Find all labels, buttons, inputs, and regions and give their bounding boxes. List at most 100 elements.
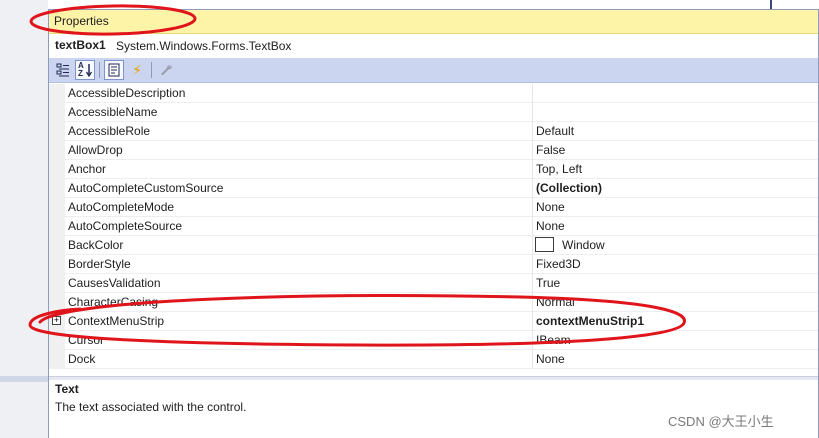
row-gutter [49, 255, 65, 274]
column-divider [532, 141, 533, 160]
description-title: Text [55, 382, 79, 396]
property-name: CausesValidation [68, 276, 161, 290]
column-divider [532, 160, 533, 179]
events-button[interactable]: ⚡ [127, 60, 147, 80]
property-row[interactable]: AccessibleName [49, 103, 818, 122]
property-value[interactable]: False [536, 143, 565, 157]
row-gutter [49, 293, 65, 312]
property-name: Dock [68, 352, 96, 366]
object-selector[interactable]: textBox1 System.Windows.Forms.TextBox [49, 35, 818, 57]
column-divider [532, 293, 533, 312]
properties-title: Properties [54, 14, 109, 28]
properties-toolbar: AZ ⚡ [49, 58, 818, 83]
object-name: textBox1 [55, 38, 106, 52]
properties-window: Properties textBox1 System.Windows.Forms… [48, 9, 819, 438]
row-gutter [49, 217, 65, 236]
column-divider [532, 103, 533, 122]
property-name: AccessibleRole [68, 124, 151, 138]
row-gutter [49, 103, 65, 122]
editor-divider [770, 0, 772, 9]
property-name: AutoCompleteMode [68, 200, 175, 214]
editor-background-left [0, 0, 48, 438]
row-gutter [49, 331, 65, 350]
column-divider [532, 236, 533, 255]
column-divider [532, 331, 533, 350]
property-row[interactable]: CharacterCasing Normal [49, 293, 818, 312]
column-divider [532, 274, 533, 293]
column-divider [532, 122, 533, 141]
property-row[interactable]: AutoCompleteCustomSource (Collection) [49, 179, 818, 198]
properties-button[interactable] [104, 60, 124, 80]
editor-background-top [48, 0, 819, 9]
property-value[interactable]: Top, Left [536, 162, 582, 176]
row-gutter [49, 84, 65, 103]
toolbar-separator [99, 62, 100, 78]
row-gutter [49, 122, 65, 141]
property-name: Anchor [68, 162, 107, 176]
property-row[interactable]: AllowDrop False [49, 141, 818, 160]
expand-icon[interactable]: + [52, 316, 61, 325]
property-row-selected[interactable]: + ContextMenuStrip contextMenuStrip1 [49, 312, 818, 331]
property-row[interactable]: Cursor IBeam [49, 331, 818, 350]
categorized-icon [56, 63, 69, 77]
column-divider [532, 312, 533, 331]
property-name: AutoCompleteSource [68, 219, 183, 233]
property-row[interactable]: AccessibleRole Default [49, 122, 818, 141]
column-divider [532, 255, 533, 274]
property-value[interactable]: Fixed3D [536, 257, 581, 271]
property-row[interactable]: CausesValidation True [49, 274, 818, 293]
property-row[interactable]: AutoCompleteMode None [49, 198, 818, 217]
property-value[interactable]: True [536, 276, 560, 290]
column-divider [532, 84, 533, 103]
property-value[interactable]: contextMenuStrip1 [536, 314, 644, 328]
wrench-icon [161, 64, 172, 76]
property-value[interactable]: None [536, 200, 565, 214]
property-row[interactable]: Dock None [49, 350, 818, 369]
property-row[interactable]: BorderStyle Fixed3D [49, 255, 818, 274]
properties-page-icon [108, 63, 120, 77]
row-gutter [49, 198, 65, 217]
row-gutter [49, 179, 65, 198]
editor-scroll-strip [0, 376, 48, 382]
property-pages-button[interactable] [156, 60, 176, 80]
property-row[interactable]: Anchor Top, Left [49, 160, 818, 179]
property-value[interactable]: Window [562, 238, 605, 252]
row-gutter [49, 350, 65, 369]
property-grid: AccessibleDescription AccessibleName Acc… [49, 84, 818, 374]
property-name: ContextMenuStrip [68, 314, 165, 328]
az-glyph: AZ [78, 61, 84, 78]
color-swatch [535, 237, 554, 252]
row-gutter [49, 160, 65, 179]
properties-titlebar[interactable]: Properties [49, 10, 818, 34]
property-name: AccessibleDescription [68, 86, 186, 100]
property-name: CharacterCasing [68, 295, 159, 309]
property-value[interactable]: None [536, 219, 565, 233]
property-value[interactable]: None [536, 352, 565, 366]
property-value[interactable]: Default [536, 124, 574, 138]
row-gutter [49, 274, 65, 293]
property-row[interactable]: BackColor Window [49, 236, 818, 255]
column-divider [532, 350, 533, 369]
column-divider [532, 217, 533, 236]
object-type: System.Windows.Forms.TextBox [116, 39, 292, 53]
property-row[interactable]: AutoCompleteSource None [49, 217, 818, 236]
toolbar-separator [151, 62, 152, 78]
watermark: CSDN @大王小生 [668, 414, 774, 429]
property-value[interactable]: Normal [536, 295, 575, 309]
column-divider [532, 198, 533, 217]
categorized-button[interactable] [53, 60, 73, 80]
row-gutter [49, 236, 65, 255]
property-row[interactable]: AccessibleDescription [49, 84, 818, 103]
property-name: AccessibleName [68, 105, 158, 119]
description-text: The text associated with the control. [55, 400, 247, 414]
property-name: AllowDrop [68, 143, 123, 157]
row-gutter [49, 141, 65, 160]
property-value[interactable]: IBeam [536, 333, 571, 347]
alphabetical-button[interactable]: AZ [75, 60, 95, 80]
property-value[interactable]: (Collection) [536, 181, 602, 195]
column-divider [532, 179, 533, 198]
property-name: AutoCompleteCustomSource [68, 181, 224, 195]
property-name: Cursor [68, 333, 105, 347]
property-name: BackColor [68, 238, 124, 252]
alphabetical-sort-icon: AZ [78, 62, 92, 78]
